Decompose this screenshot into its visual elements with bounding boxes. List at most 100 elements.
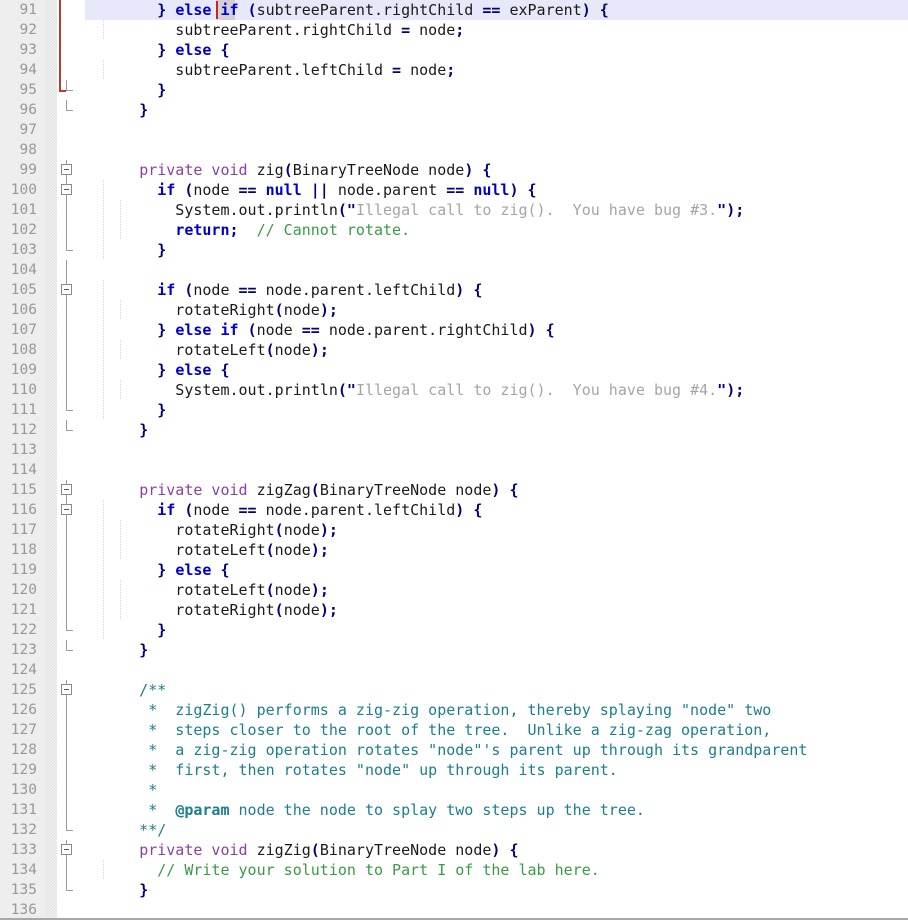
code-line[interactable]: 92 subtreeParent.rightChild = node; (0, 20, 908, 40)
code-line[interactable]: 132 **/ (0, 820, 908, 840)
fold-end-marker[interactable] (66, 240, 73, 251)
code-text[interactable]: } (85, 880, 148, 900)
code-text[interactable]: private void zigZag(BinaryTreeNode node)… (85, 480, 518, 500)
code-text[interactable]: } (85, 240, 166, 260)
code-line[interactable]: 110 System.out.println("Illegal call to … (0, 380, 908, 400)
code-line[interactable]: 91 } else if (subtreeParent.rightChild =… (0, 0, 908, 20)
fold-collapse-icon[interactable] (61, 504, 72, 515)
code-line[interactable]: 107 } else if (node == node.parent.right… (0, 320, 908, 340)
code-line[interactable]: 101 System.out.println("Illegal call to … (0, 200, 908, 220)
code-editor[interactable]: 91 } else if (subtreeParent.rightChild =… (0, 0, 908, 920)
code-line[interactable]: 105 if (node == node.parent.leftChild) { (0, 280, 908, 300)
code-rows[interactable]: 91 } else if (subtreeParent.rightChild =… (0, 0, 908, 920)
fold-collapse-icon[interactable] (61, 484, 72, 495)
fold-collapse-icon[interactable] (61, 284, 72, 295)
code-line[interactable]: 126 * zigZig() performs a zig-zig operat… (0, 700, 908, 720)
fold-collapse-icon[interactable] (61, 164, 72, 175)
code-line[interactable]: 106 rotateRight(node); (0, 300, 908, 320)
code-line[interactable]: 128 * a zig-zig operation rotates "node"… (0, 740, 908, 760)
code-text[interactable]: if (node == node.parent.leftChild) { (85, 280, 482, 300)
code-line[interactable]: 118 rotateLeft(node); (0, 540, 908, 560)
fold-collapse-icon[interactable] (61, 684, 72, 695)
code-line[interactable]: 96 } (0, 100, 908, 120)
code-text[interactable]: rotateLeft(node); (85, 540, 329, 560)
code-text[interactable]: private void zig(BinaryTreeNode node) { (85, 160, 491, 180)
code-line[interactable]: 120 rotateLeft(node); (0, 580, 908, 600)
fold-end-marker[interactable] (66, 620, 73, 631)
fold-end-marker[interactable] (66, 420, 73, 431)
code-line[interactable]: 103 } (0, 240, 908, 260)
code-line[interactable]: 134 // Write your solution to Part I of … (0, 860, 908, 880)
code-line[interactable]: 112 } (0, 420, 908, 440)
fold-end-marker[interactable] (66, 880, 73, 891)
code-text[interactable]: } else { (85, 560, 229, 580)
code-line[interactable]: 95 } (0, 80, 908, 100)
code-line[interactable]: 114 (0, 460, 908, 480)
code-text[interactable]: } (85, 620, 166, 640)
code-text[interactable]: rotateLeft(node); (85, 580, 329, 600)
code-line[interactable]: 108 rotateLeft(node); (0, 340, 908, 360)
code-text[interactable]: } (85, 100, 148, 120)
code-line[interactable]: 127 * steps closer to the root of the tr… (0, 720, 908, 740)
code-text[interactable]: /** (85, 680, 166, 700)
code-line[interactable]: 119 } else { (0, 560, 908, 580)
code-text[interactable]: } (85, 640, 148, 660)
code-line[interactable]: 94 subtreeParent.leftChild = node; (0, 60, 908, 80)
code-line[interactable]: 124 (0, 660, 908, 680)
fold-end-marker[interactable] (66, 820, 73, 831)
code-line[interactable]: 129 * first, then rotates "node" up thro… (0, 760, 908, 780)
code-text[interactable]: * @param node the node to splay two step… (85, 800, 645, 820)
code-line[interactable]: 136 (0, 900, 908, 920)
code-text[interactable]: * first, then rotates "node" up through … (85, 760, 618, 780)
code-line[interactable]: 123 } (0, 640, 908, 660)
code-text[interactable]: * zigZig() performs a zig-zig operation,… (85, 700, 771, 720)
fold-collapse-icon[interactable] (61, 184, 72, 195)
fold-end-marker[interactable] (66, 100, 73, 111)
code-text[interactable]: rotateRight(node); (85, 520, 338, 540)
code-line[interactable]: 104 (0, 260, 908, 280)
code-text[interactable]: rotateRight(node); (85, 600, 338, 620)
code-text[interactable]: * (85, 780, 157, 800)
code-line[interactable]: 117 rotateRight(node); (0, 520, 908, 540)
code-text[interactable]: } else if (subtreeParent.rightChild == e… (85, 0, 609, 20)
code-line[interactable]: 122 } (0, 620, 908, 640)
code-line[interactable]: 102 return; // Cannot rotate. (0, 220, 908, 240)
code-line[interactable]: 116 if (node == node.parent.leftChild) { (0, 500, 908, 520)
code-text[interactable]: System.out.println("Illegal call to zig(… (85, 200, 744, 220)
code-text[interactable]: } else if (node == node.parent.rightChil… (85, 320, 554, 340)
code-line[interactable]: 121 rotateRight(node); (0, 600, 908, 620)
fold-end-marker[interactable] (66, 400, 73, 411)
fold-end-marker[interactable] (66, 640, 73, 651)
fold-end-marker[interactable] (66, 80, 73, 91)
code-text[interactable]: subtreeParent.leftChild = node; (85, 60, 455, 80)
code-line[interactable]: 131 * @param node the node to splay two … (0, 800, 908, 820)
code-text[interactable]: * steps closer to the root of the tree. … (85, 720, 771, 740)
code-text[interactable]: return; // Cannot rotate. (85, 220, 410, 240)
code-line[interactable]: 93 } else { (0, 40, 908, 60)
code-text[interactable]: } else { (85, 40, 229, 60)
code-line[interactable]: 97 (0, 120, 908, 140)
code-text[interactable]: rotateRight(node); (85, 300, 338, 320)
code-line[interactable]: 115 private void zigZag(BinaryTreeNode n… (0, 480, 908, 500)
code-line[interactable]: 109 } else { (0, 360, 908, 380)
code-line[interactable]: 100 if (node == null || node.parent == n… (0, 180, 908, 200)
code-line[interactable]: 133 private void zigZig(BinaryTreeNode n… (0, 840, 908, 860)
code-text[interactable]: subtreeParent.rightChild = node; (85, 20, 464, 40)
code-text[interactable]: * a zig-zig operation rotates "node"'s p… (85, 740, 807, 760)
fold-collapse-icon[interactable] (61, 844, 72, 855)
code-line[interactable]: 130 * (0, 780, 908, 800)
code-text[interactable]: } (85, 400, 166, 420)
code-text[interactable]: rotateLeft(node); (85, 340, 329, 360)
code-text[interactable]: if (node == null || node.parent == null)… (85, 180, 536, 200)
code-line[interactable]: 111 } (0, 400, 908, 420)
code-line[interactable]: 99 private void zig(BinaryTreeNode node)… (0, 160, 908, 180)
code-line[interactable]: 135 } (0, 880, 908, 900)
code-text[interactable]: } else { (85, 360, 229, 380)
code-text[interactable]: } (85, 80, 166, 100)
code-text[interactable]: **/ (85, 820, 166, 840)
code-text[interactable]: System.out.println("Illegal call to zig(… (85, 380, 744, 400)
code-line[interactable]: 113 (0, 440, 908, 460)
code-text[interactable]: if (node == node.parent.leftChild) { (85, 500, 482, 520)
code-line[interactable]: 125 /** (0, 680, 908, 700)
code-text[interactable]: private void zigZig(BinaryTreeNode node)… (85, 840, 518, 860)
